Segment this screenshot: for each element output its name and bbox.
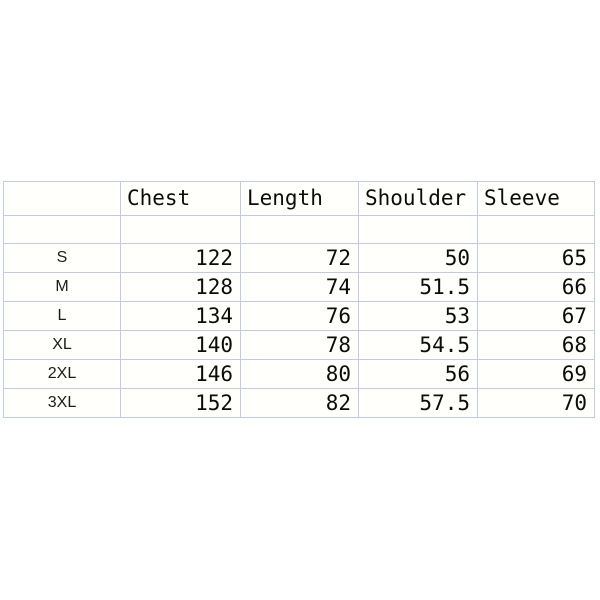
length-value: 76 bbox=[325, 304, 351, 328]
shoulder-value: 50 bbox=[444, 246, 470, 270]
sleeve-value: 70 bbox=[561, 391, 587, 415]
sleeve-value: 68 bbox=[561, 333, 587, 357]
cell-chest: 152 bbox=[120, 388, 241, 418]
sleeve-value: 69 bbox=[561, 362, 587, 386]
sleeve-value: 65 bbox=[561, 246, 587, 270]
table-spacer-row bbox=[3, 215, 595, 244]
table-row: XL 140 78 54.5 68 bbox=[3, 330, 595, 360]
cell-shoulder: 50 bbox=[358, 243, 478, 273]
table-row: L 134 76 53 67 bbox=[3, 301, 595, 331]
column-header-sleeve: Sleeve bbox=[477, 181, 595, 216]
cell-length: 72 bbox=[240, 243, 359, 273]
length-value: 82 bbox=[325, 391, 351, 415]
column-header-sleeve-label: Sleeve bbox=[484, 186, 560, 210]
cell-chest: 140 bbox=[120, 330, 241, 360]
cell-length: 76 bbox=[240, 301, 359, 331]
chest-value: 152 bbox=[195, 391, 233, 415]
shoulder-value: 57.5 bbox=[419, 391, 470, 415]
size-label: XL bbox=[52, 336, 72, 353]
length-value: 78 bbox=[325, 333, 351, 357]
cell-chest: 128 bbox=[120, 272, 241, 302]
cell-sleeve: 67 bbox=[477, 301, 595, 331]
spacer-cell-chest bbox=[120, 215, 241, 244]
column-header-chest-label: Chest bbox=[127, 186, 191, 210]
table-row: 3XL 152 82 57.5 70 bbox=[3, 388, 595, 418]
cell-sleeve: 69 bbox=[477, 359, 595, 389]
column-header-shoulder-label: Shoulder bbox=[365, 186, 467, 210]
cell-chest: 122 bbox=[120, 243, 241, 273]
column-header-chest: Chest bbox=[120, 181, 241, 216]
table-header-row: Chest Length Shoulder Sleeve bbox=[3, 181, 595, 216]
size-label: M bbox=[55, 278, 69, 295]
chest-value: 128 bbox=[195, 275, 233, 299]
length-value: 80 bbox=[325, 362, 351, 386]
cell-sleeve: 70 bbox=[477, 388, 595, 418]
cell-size: 2XL bbox=[3, 359, 121, 389]
cell-shoulder: 56 bbox=[358, 359, 478, 389]
cell-size: L bbox=[3, 301, 121, 331]
chest-value: 134 bbox=[195, 304, 233, 328]
cell-size: 3XL bbox=[3, 388, 121, 418]
shoulder-value: 51.5 bbox=[419, 275, 470, 299]
length-value: 72 bbox=[325, 246, 351, 270]
table-row: S 122 72 50 65 bbox=[3, 243, 595, 273]
chest-value: 140 bbox=[195, 333, 233, 357]
size-label: L bbox=[57, 307, 67, 324]
cell-length: 80 bbox=[240, 359, 359, 389]
cell-shoulder: 54.5 bbox=[358, 330, 478, 360]
cell-chest: 134 bbox=[120, 301, 241, 331]
column-header-length-label: Length bbox=[247, 186, 323, 210]
cell-length: 82 bbox=[240, 388, 359, 418]
table-row: 2XL 146 80 56 69 bbox=[3, 359, 595, 389]
size-chart-table: Chest Length Shoulder Sleeve S 122 72 50… bbox=[3, 181, 595, 418]
spacer-cell-length bbox=[240, 215, 359, 244]
cell-size: S bbox=[3, 243, 121, 273]
spacer-cell-shoulder bbox=[358, 215, 478, 244]
cell-shoulder: 51.5 bbox=[358, 272, 478, 302]
table-row: M 128 74 51.5 66 bbox=[3, 272, 595, 302]
size-label: 3XL bbox=[47, 394, 77, 411]
cell-size: M bbox=[3, 272, 121, 302]
cell-chest: 146 bbox=[120, 359, 241, 389]
cell-length: 78 bbox=[240, 330, 359, 360]
chest-value: 122 bbox=[195, 246, 233, 270]
shoulder-value: 54.5 bbox=[419, 333, 470, 357]
cell-sleeve: 68 bbox=[477, 330, 595, 360]
shoulder-value: 53 bbox=[444, 304, 470, 328]
cell-shoulder: 57.5 bbox=[358, 388, 478, 418]
column-header-length: Length bbox=[240, 181, 359, 216]
spacer-cell-sleeve bbox=[477, 215, 595, 244]
shoulder-value: 56 bbox=[444, 362, 470, 386]
cell-shoulder: 53 bbox=[358, 301, 478, 331]
cell-size: XL bbox=[3, 330, 121, 360]
sleeve-value: 67 bbox=[561, 304, 587, 328]
sleeve-value: 66 bbox=[561, 275, 587, 299]
cell-sleeve: 65 bbox=[477, 243, 595, 273]
size-label: S bbox=[56, 249, 68, 266]
spacer-cell-size bbox=[3, 215, 121, 244]
column-header-shoulder: Shoulder bbox=[358, 181, 478, 216]
chest-value: 146 bbox=[195, 362, 233, 386]
table-header-corner bbox=[3, 181, 121, 216]
cell-sleeve: 66 bbox=[477, 272, 595, 302]
length-value: 74 bbox=[325, 275, 351, 299]
cell-length: 74 bbox=[240, 272, 359, 302]
size-label: 2XL bbox=[47, 365, 77, 382]
